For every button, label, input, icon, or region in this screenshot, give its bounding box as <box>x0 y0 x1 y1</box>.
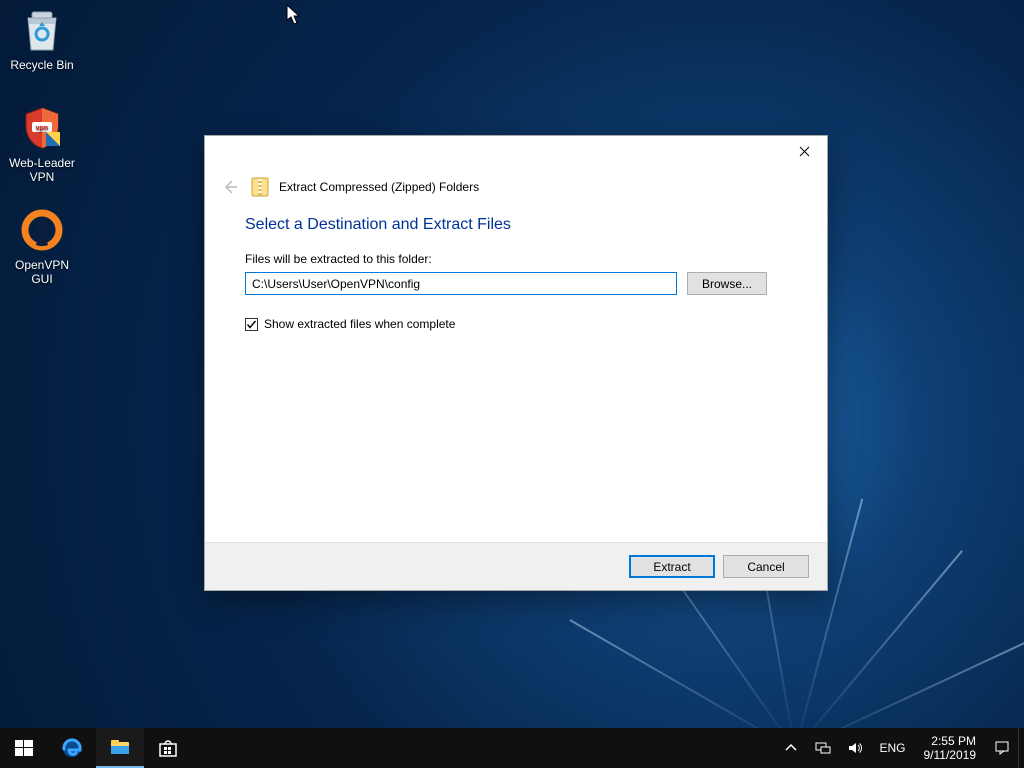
speaker-icon <box>847 740 863 756</box>
back-arrow-icon <box>221 178 239 196</box>
desktop-icon-label: Web-Leader VPN <box>4 156 80 184</box>
file-explorer-icon <box>109 736 131 758</box>
taskbar-store[interactable] <box>144 728 192 768</box>
back-button[interactable] <box>219 176 241 198</box>
dialog-body: Select a Destination and Extract Files F… <box>205 206 827 331</box>
destination-label: Files will be extracted to this folder: <box>245 252 787 266</box>
tray-time: 2:55 PM <box>931 734 976 748</box>
cancel-button[interactable]: Cancel <box>723 555 809 578</box>
show-extracted-label: Show extracted files when complete <box>264 317 455 331</box>
show-desktop-button[interactable] <box>1018 728 1024 768</box>
windows-logo-icon <box>13 737 35 759</box>
edge-icon <box>61 737 83 759</box>
taskbar-edge[interactable] <box>48 728 96 768</box>
dialog-footer: Extract Cancel <box>205 542 827 590</box>
dialog-heading: Select a Destination and Extract Files <box>245 216 787 234</box>
show-extracted-checkbox[interactable] <box>245 318 258 331</box>
taskbar-file-explorer[interactable] <box>96 728 144 768</box>
taskbar: ENG 2:55 PM 9/11/2019 <box>0 728 1024 768</box>
tray-language[interactable]: ENG <box>871 728 913 768</box>
tray-clock[interactable]: 2:55 PM 9/11/2019 <box>914 728 987 768</box>
desktop-icon-webleader-vpn[interactable]: vpn Web-Leader VPN <box>4 104 80 184</box>
close-icon <box>799 146 810 157</box>
close-button[interactable] <box>781 136 827 166</box>
extract-button[interactable]: Extract <box>629 555 715 578</box>
tray-network[interactable] <box>807 728 839 768</box>
chevron-up-icon <box>783 740 799 756</box>
browse-button[interactable]: Browse... <box>687 272 767 295</box>
openvpn-icon <box>18 206 66 254</box>
tray-volume[interactable] <box>839 728 871 768</box>
recycle-bin-icon <box>18 6 66 54</box>
store-icon <box>157 737 179 759</box>
notification-icon <box>994 740 1010 756</box>
shield-icon: vpn <box>18 104 66 152</box>
tray-action-center[interactable] <box>986 728 1018 768</box>
checkmark-icon <box>246 319 257 330</box>
dialog-title: Extract Compressed (Zipped) Folders <box>279 180 479 194</box>
tray-date: 9/11/2019 <box>924 748 977 762</box>
mouse-cursor-icon <box>286 4 302 26</box>
network-icon <box>815 740 831 756</box>
svg-text:vpn: vpn <box>36 125 48 132</box>
extract-dialog: Extract Compressed (Zipped) Folders Sele… <box>204 135 828 591</box>
start-button[interactable] <box>0 728 48 768</box>
dialog-header: Extract Compressed (Zipped) Folders <box>205 166 827 206</box>
desktop-icon-openvpn-gui[interactable]: OpenVPN GUI <box>4 206 80 286</box>
desktop[interactable]: Recycle Bin vpn Web-Leader VPN OpenVPN G… <box>0 0 1024 768</box>
destination-path-input[interactable] <box>245 272 677 295</box>
zip-folder-icon <box>251 176 269 198</box>
desktop-icon-label: OpenVPN GUI <box>4 258 80 286</box>
tray-overflow[interactable] <box>775 728 807 768</box>
desktop-icon-label: Recycle Bin <box>4 58 80 72</box>
desktop-icon-recycle-bin[interactable]: Recycle Bin <box>4 6 80 72</box>
dialog-titlebar[interactable] <box>205 136 827 166</box>
show-extracted-checkbox-row[interactable]: Show extracted files when complete <box>245 317 787 331</box>
